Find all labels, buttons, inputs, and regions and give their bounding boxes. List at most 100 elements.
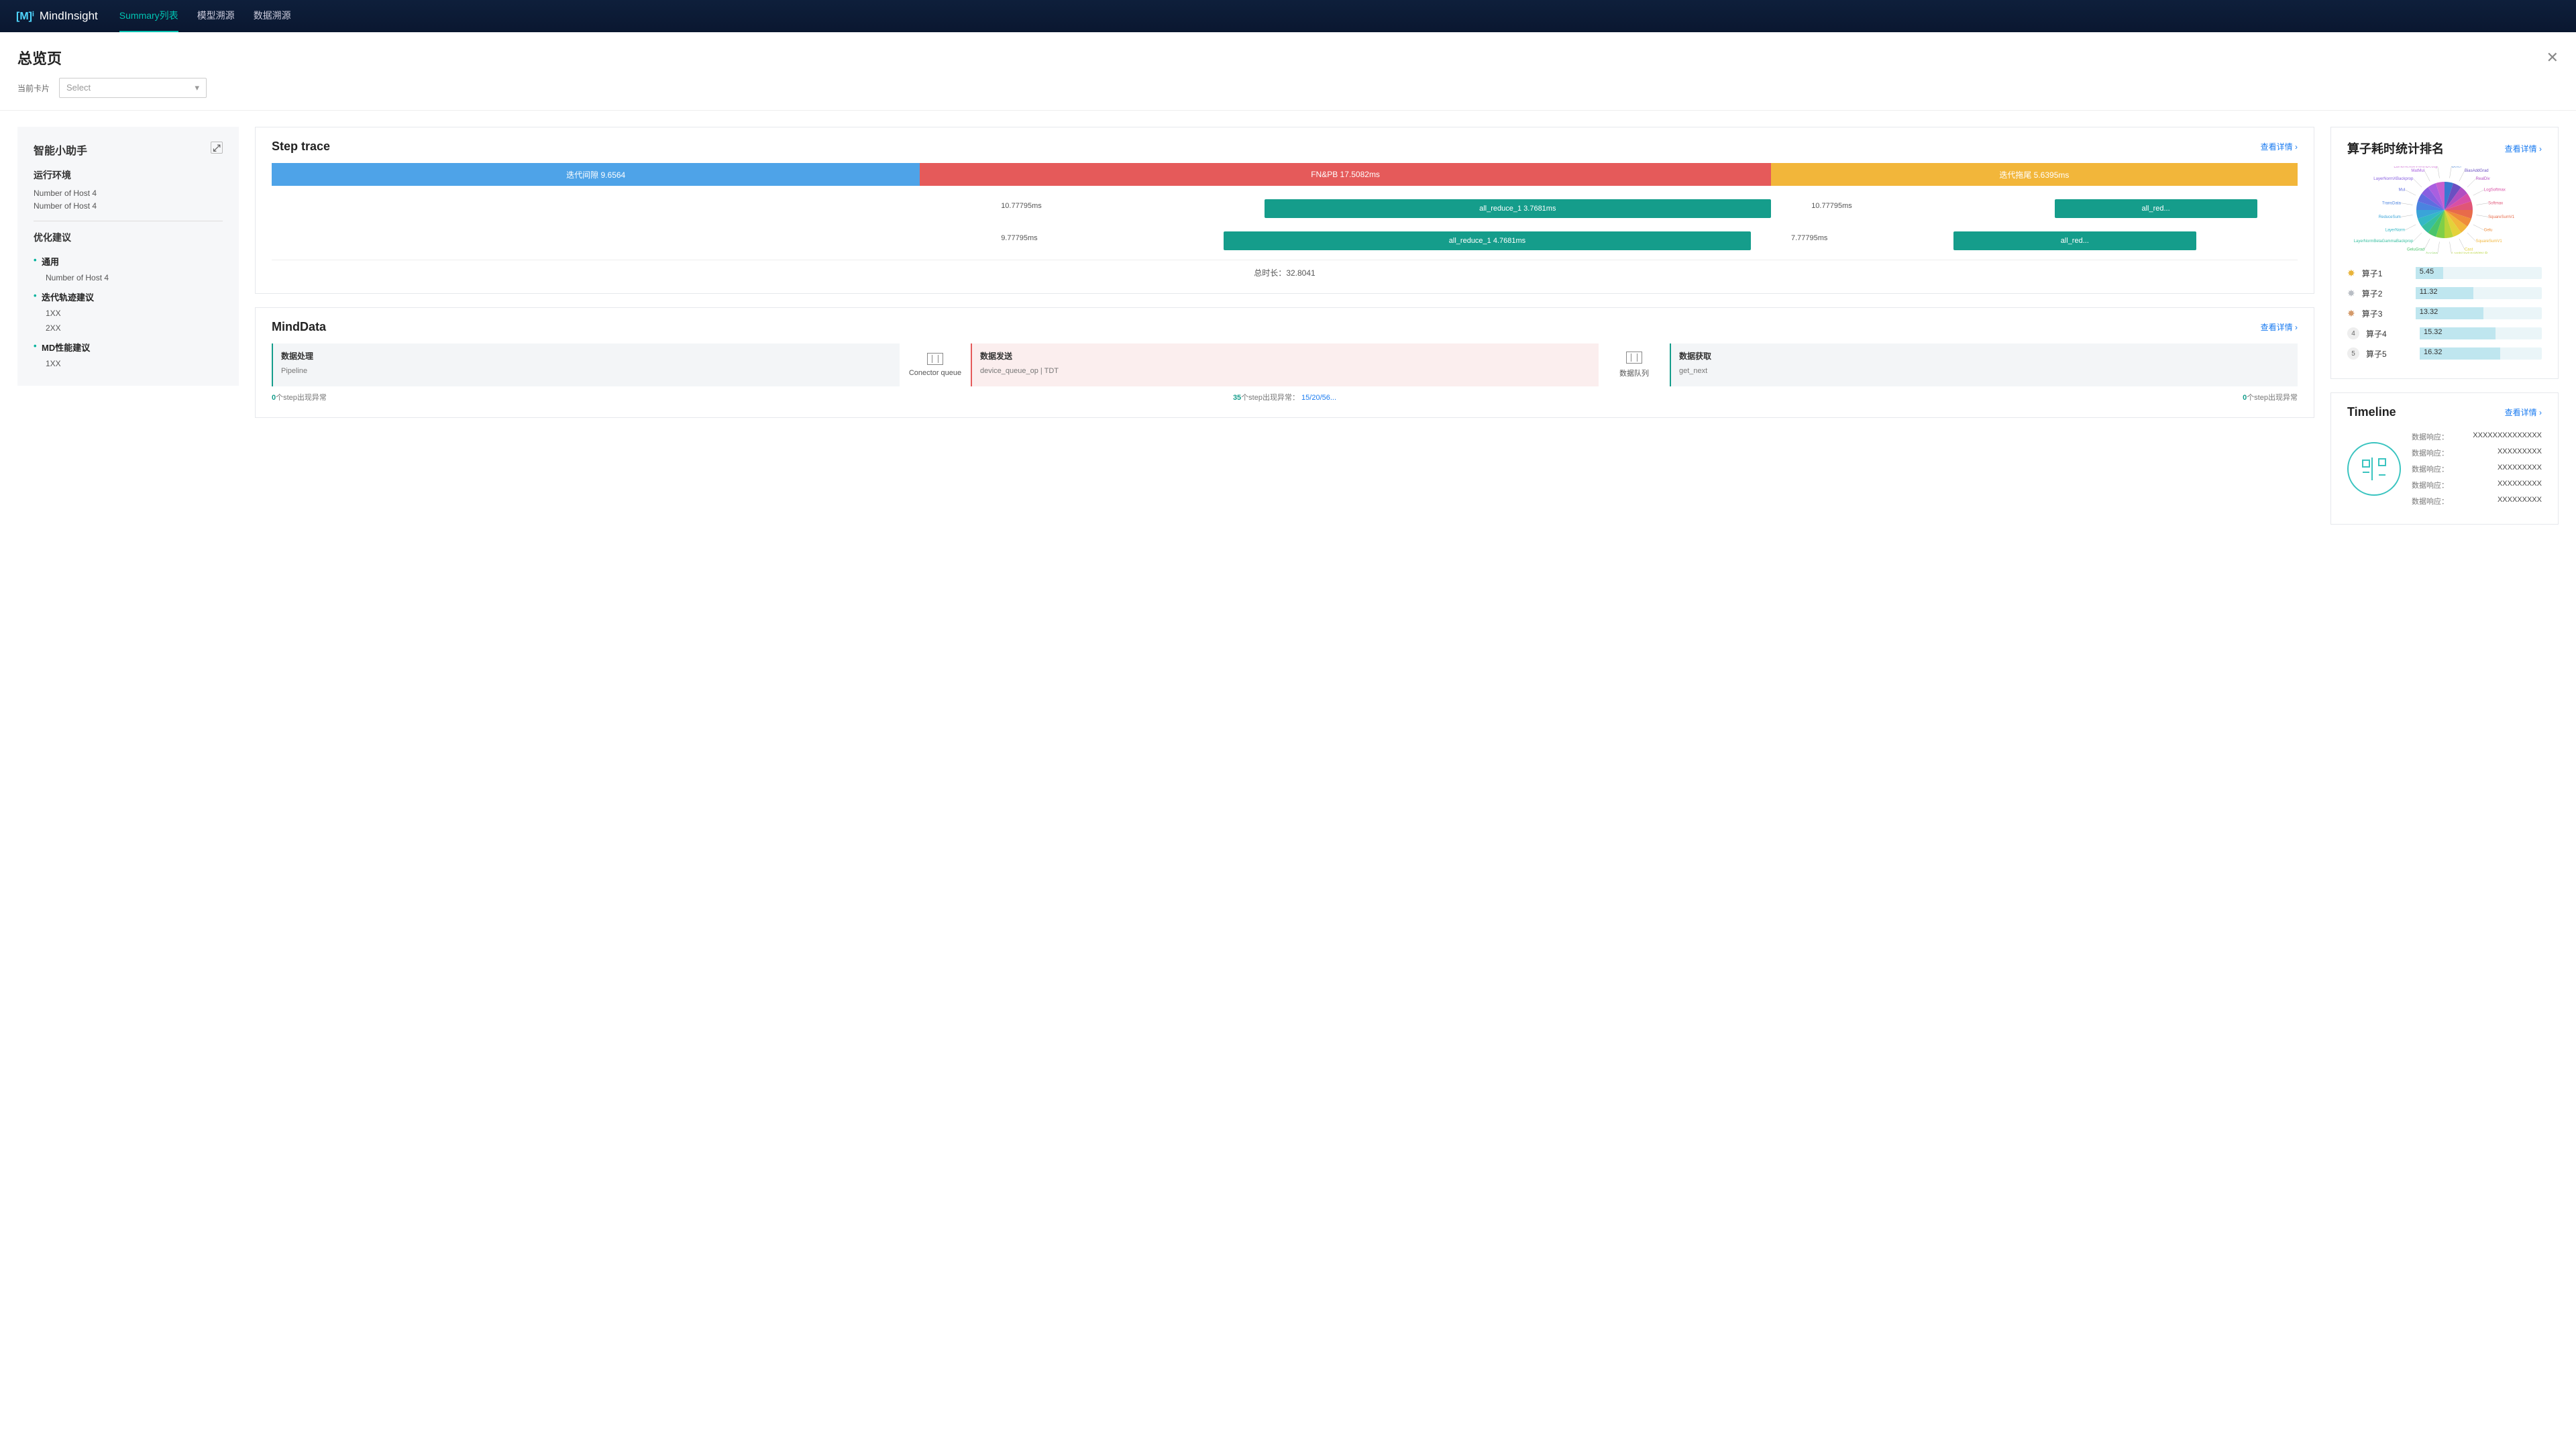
env-info: Number of Host 4 Number of Host 4 [34,187,223,221]
step-seg-tail: 迭代拖尾 5.6395ms [1771,163,2298,186]
opstats-more-link[interactable]: 查看详情 [2505,143,2542,154]
opt-item[interactable]: 1XX [42,306,223,321]
opt-item[interactable]: Number of Host 4 [42,270,223,285]
connector-dataqueue: 数据队列 [1604,352,1664,378]
rank-row: ✸ 算子2 11.32 [2347,283,2542,303]
opstats-ranklist: ✸算子15.45✸算子211.32✸算子313.324算子415.325算子51… [2347,263,2542,364]
pie-label: LambNextMVWithDecay [2394,166,2437,168]
gap-label: 10.77795ms [1811,202,1852,210]
rank-row: 5算子516.32 [2347,343,2542,364]
assistant-panel: 智能小助手 ⤢ 运行环境 Number of Host 4 Number of … [17,127,239,386]
opt-item[interactable]: 1XX [42,356,223,371]
md-box-pipeline: 数据处理 Pipeline [272,343,900,386]
queue-icon [1626,352,1642,364]
step-seg-gap: 迭代间隙 9.6564 [272,163,920,186]
trace-lane-1: 10.77795ms all_reduce_1 3.7681ms 10.7779… [272,195,2298,222]
step-seg-fnpb: FN&PB 17.5082ms [920,163,1770,186]
md-meta: 0个step出现异常 [272,392,327,402]
md-meta: 35个step出现异常： 15/20/56... [1233,392,1336,402]
app-logo: [M]ⁱ MindInsight [16,9,98,23]
pie-label: Cast [2465,248,2473,252]
medal-icon: ✸ [2347,288,2355,299]
pie-label: TransData [2382,201,2401,205]
pie-label: SquareSumV1 [2476,239,2503,244]
pie-label: Gelu [2484,229,2493,233]
step-total: 总时长：32.8041 [272,260,2298,278]
opstats-title: 算子耗时统计排名 [2347,140,2444,157]
md-box-sub: get_next [1679,367,2290,375]
timeline-row: 数据响应：XXXXXXXXX [2412,445,2542,461]
close-icon[interactable]: ✕ [2546,49,2559,66]
timeline-row: 数据响应：XXXXXXXXX [2412,477,2542,493]
page-title: 总览页 [17,47,62,68]
opt-group: MD性能建议 [42,335,223,356]
rank-badge: 4 [2347,327,2359,339]
pie-label: LambUpdateWithLR [2451,252,2488,254]
rank-name: 算子2 [2362,288,2409,299]
pie-label: ReduceSum [2379,215,2401,219]
md-box-title: 数据处理 [281,350,892,362]
step-trace-panel: Step trace 查看详情 迭代间隙 9.6564 FN&PB 17.508… [255,127,2314,294]
opstats-panel: 算子耗时统计排名 查看详情 OtherBiasAddGradRealDivLog… [2330,127,2559,379]
timeline-row: 数据响应：XXXXXXXXX [2412,493,2542,509]
pie-label: LayerNormBetaGammaBackprop [2354,239,2414,244]
opt-item[interactable]: 2XX [42,321,223,335]
timeline-title: Timeline [2347,405,2396,419]
expand-icon[interactable]: ⤢ [211,142,223,154]
md-anomaly-link[interactable]: 15/20/56... [1301,394,1336,402]
minddata-panel: MindData 查看详情 数据处理 Pipeline Conector que… [255,307,2314,418]
card-selector-row: 当前卡片 Select ▾ [0,74,2576,111]
tab-summary[interactable]: Summary列表 [119,0,178,32]
tab-data-lineage[interactable]: 数据溯源 [254,0,291,32]
step-trace-more-link[interactable]: 查看详情 [2261,141,2298,152]
pie-label: SquareSumV1 [2488,215,2515,219]
pie-label: RealDiv [2476,177,2490,181]
rank-bar: 11.32 [2416,287,2542,299]
env-line: Number of Host 4 [34,187,223,200]
md-box-sub: device_queue_op | TDT [980,367,1591,375]
rank-row: 4算子415.32 [2347,323,2542,343]
rank-name: 算子4 [2366,328,2413,339]
timeline-icon [2347,442,2401,496]
md-box-send: 数据发送 device_queue_op | TDT [971,343,1599,386]
rank-badge: 5 [2347,347,2359,360]
tab-model-lineage[interactable]: 模型溯源 [197,0,235,32]
pie-label: MatMul [2411,169,2424,173]
allreduce-bar: all_reduce_1 3.7681ms [1265,199,1771,218]
rank-name: 算子3 [2362,308,2409,319]
md-meta: 0个step出现异常 [2243,392,2298,402]
rank-bar: 16.32 [2420,347,2542,360]
allreduce-bar: all_red... [2055,199,2257,218]
connector-queue: Conector queue [905,353,965,377]
nav-tabs: Summary列表 模型溯源 数据溯源 [119,0,291,32]
timeline-list: 数据响应：XXXXXXXXXXXXXX数据响应：XXXXXXXXX数据响应：XX… [2412,429,2542,509]
pie-label: LogSoftmax [2484,189,2506,193]
allreduce-bar: all_red... [1953,231,2196,250]
rank-bar: 5.45 [2416,267,2542,279]
rank-row: ✸算子313.32 [2347,303,2542,323]
step-trace-title: Step trace [272,140,330,154]
timeline-more-link[interactable]: 查看详情 [2505,407,2542,418]
opt-group: 迭代轨迹建议 [42,285,223,306]
page-header: 总览页 ✕ [0,32,2576,74]
card-select[interactable]: Select ▾ [59,78,207,98]
top-bar: [M]ⁱ MindInsight Summary列表 模型溯源 数据溯源 [0,0,2576,32]
card-select-placeholder: Select [66,83,91,93]
pie-label: Mul [2399,189,2406,193]
card-label: 当前卡片 [17,83,50,94]
pie-label: LayerNorm [2385,229,2406,233]
medal-icon: ✸ [2347,268,2355,279]
medal-icon: ✸ [2347,308,2355,319]
timeline-row: 数据响应：XXXXXXXXXXXXXX [2412,429,2542,445]
gap-label: 9.77795ms [1001,234,1037,242]
md-box-sub: Pipeline [281,367,892,375]
pie-label: Softmax [2488,201,2503,205]
timeline-panel: Timeline 查看详情 数据响应：XXXXXXXXXXXXXX数据响应：XX… [2330,392,2559,525]
minddata-more-link[interactable]: 查看详情 [2261,321,2298,333]
rank-name: 算子1 [2362,268,2409,279]
md-box-title: 数据发送 [980,350,1591,362]
opt-group: 通用 [42,250,223,270]
gap-label: 10.77795ms [1001,202,1042,210]
queue-icon [927,353,943,365]
chevron-down-icon: ▾ [195,83,199,93]
